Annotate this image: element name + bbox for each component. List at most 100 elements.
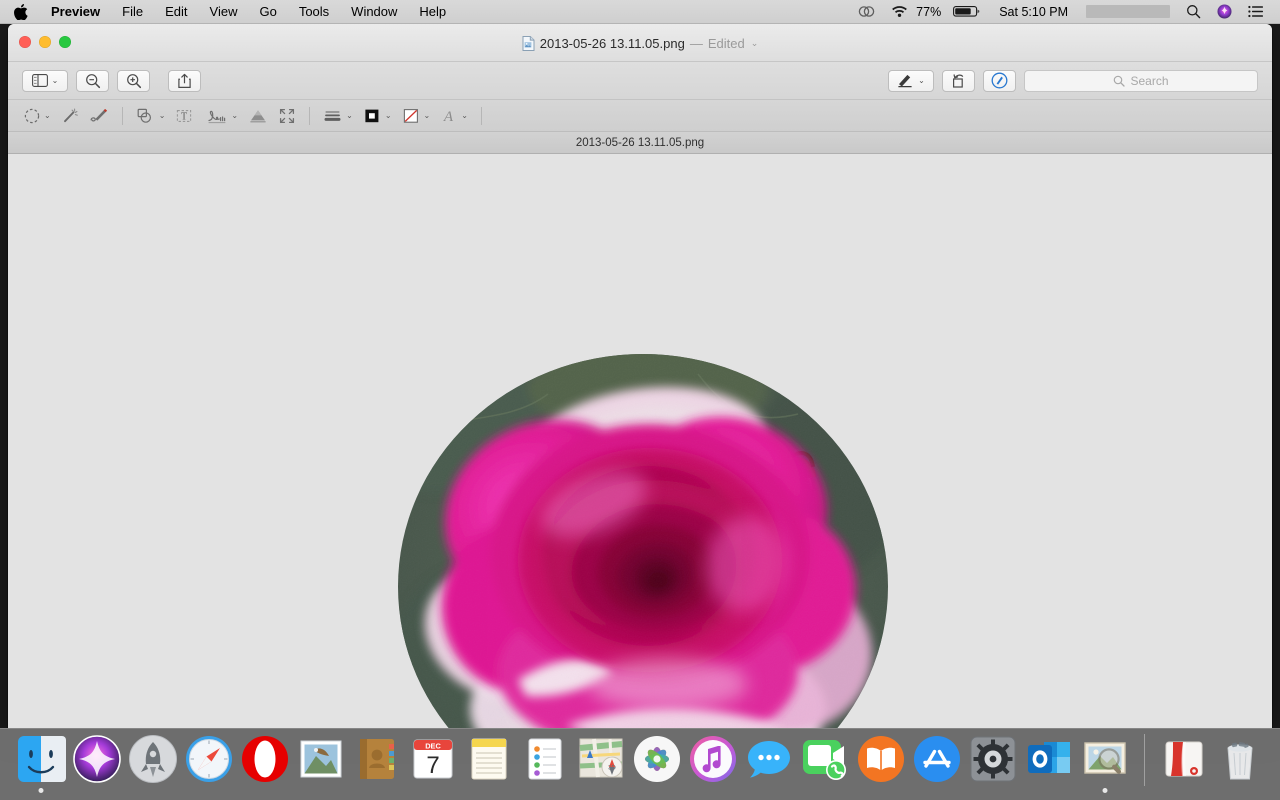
svg-text:A: A (443, 109, 454, 125)
siri-icon[interactable] (1209, 1, 1240, 23)
search-input[interactable]: Search (1024, 70, 1258, 92)
resize-arrows-icon (278, 107, 296, 125)
menu-file[interactable]: File (111, 1, 154, 23)
prism-icon (248, 107, 268, 125)
dock-item-opera[interactable] (240, 734, 290, 784)
text-tool[interactable]: T (170, 103, 201, 129)
shape-style-tool[interactable]: ⌄ (318, 103, 358, 129)
zoom-button[interactable] (59, 36, 71, 48)
menu-go[interactable]: Go (248, 1, 287, 23)
list-menu-icon[interactable] (1240, 1, 1272, 23)
siri-icon (72, 734, 122, 784)
dock-item-notes[interactable] (464, 734, 514, 784)
zoom-in-icon (126, 73, 142, 89)
toolbar-divider (122, 107, 123, 125)
chevron-down-icon[interactable]: ⌄ (231, 112, 238, 120)
dock-item-outlook[interactable] (1024, 734, 1074, 784)
image-canvas[interactable] (8, 154, 1272, 728)
toolbar-left-group: ⌄ (8, 70, 201, 92)
apple-logo-icon[interactable] (0, 4, 40, 20)
facetime-icon (800, 734, 850, 784)
zoom-in-button[interactable] (117, 70, 150, 92)
search-icon[interactable] (1178, 1, 1209, 23)
toolbar-right-group: ⌄ (888, 70, 1272, 92)
zoom-out-icon (85, 73, 101, 89)
menu-view[interactable]: View (199, 1, 249, 23)
window-title-group: 2013-05-26 13.11.05.png — Edited ⌄ (8, 24, 1272, 62)
zoom-out-button[interactable] (76, 70, 109, 92)
chevron-down-icon[interactable]: ⌄ (918, 77, 925, 85)
battery-icon[interactable] (945, 1, 989, 23)
calendar-day: 7 (426, 752, 439, 779)
signature-tool[interactable]: ⌄ (201, 103, 243, 129)
chevron-down-icon[interactable]: ⌄ (159, 112, 166, 120)
border-color-tool[interactable]: ⌄ (358, 103, 397, 129)
menu-help[interactable]: Help (408, 1, 457, 23)
wifi-icon[interactable] (883, 1, 916, 23)
cropped-rose-photo[interactable] (398, 354, 888, 728)
svg-text:3D: 3D (608, 766, 616, 772)
dock-item-siri[interactable] (72, 734, 122, 784)
tab-document[interactable]: 2013-05-26 13.11.05.png (576, 137, 704, 149)
rotate-button[interactable] (942, 70, 975, 92)
dock-item-app-store[interactable] (912, 734, 962, 784)
trash-icon (1215, 734, 1265, 784)
annotate-button[interactable] (983, 70, 1016, 92)
dock-item-itunes[interactable] (688, 734, 738, 784)
dock-item-maps[interactable]: 3D (576, 734, 626, 784)
dashed-circle-icon (23, 107, 41, 125)
menu-app-name[interactable]: Preview (40, 1, 111, 23)
dock-item-contacts[interactable] (352, 734, 402, 784)
sidebar-view-button[interactable]: ⌄ (22, 70, 68, 92)
instant-alpha-selection-tool[interactable]: ⌄ (18, 103, 56, 129)
dock-item-downloads-stack[interactable] (1159, 734, 1209, 784)
dock-item-calendar[interactable]: DEC 7 (408, 734, 458, 784)
menu-window[interactable]: Window (340, 1, 408, 23)
dock-items: DEC 7 (16, 729, 1265, 786)
dock-item-books[interactable] (856, 734, 906, 784)
dock-item-reminders[interactable] (520, 734, 570, 784)
dock-item-system-preferences[interactable] (968, 734, 1018, 784)
dock-item-safari[interactable] (184, 734, 234, 784)
adjust-size-tool[interactable] (273, 103, 301, 129)
chevron-down-icon[interactable]: ⌄ (424, 112, 431, 120)
dock-item-trash[interactable] (1215, 734, 1265, 784)
dock-item-photos[interactable] (632, 734, 682, 784)
font-a-icon: A (440, 107, 458, 125)
sidebar-icon (32, 74, 48, 87)
svg-text:T: T (181, 111, 187, 122)
chevron-down-icon[interactable]: ⌄ (751, 38, 759, 49)
chevron-down-icon[interactable]: ⌄ (346, 112, 353, 120)
menu-tools[interactable]: Tools (288, 1, 340, 23)
markup-toolbar-button[interactable]: ⌄ (888, 70, 934, 92)
menu-bar-clock[interactable]: Sat 5:10 PM (989, 5, 1078, 19)
chevron-down-icon[interactable]: ⌄ (461, 112, 468, 120)
menu-edit[interactable]: Edit (154, 1, 198, 23)
dock-item-preview[interactable] (1080, 734, 1130, 784)
adjust-color-tool[interactable] (243, 103, 273, 129)
chevron-down-icon[interactable]: ⌄ (385, 112, 392, 120)
dock: DEC 7 (0, 728, 1280, 800)
maps-icon: 3D (576, 734, 626, 784)
instant-alpha-tool[interactable] (56, 103, 84, 129)
dock-item-launchpad[interactable] (128, 734, 178, 784)
fill-color-tool[interactable]: ⌄ (397, 103, 436, 129)
dock-item-messages[interactable] (744, 734, 794, 784)
shapes-tool[interactable]: ⌄ (131, 103, 171, 129)
line-weight-icon (323, 107, 343, 125)
dock-item-facetime[interactable] (800, 734, 850, 784)
chevron-down-icon[interactable]: ⌄ (52, 77, 59, 85)
sketch-tool[interactable] (84, 103, 114, 129)
itunes-icon (688, 734, 738, 784)
chevron-down-icon[interactable]: ⌄ (44, 112, 51, 120)
share-button[interactable] (168, 70, 201, 92)
minimize-button[interactable] (39, 36, 51, 48)
creative-cloud-icon[interactable] (850, 1, 883, 23)
document-tab-bar: 2013-05-26 13.11.05.png (8, 132, 1272, 154)
system-preferences-icon (968, 734, 1018, 784)
close-button[interactable] (19, 36, 31, 48)
dock-item-finder[interactable] (16, 734, 66, 784)
text-style-tool[interactable]: A ⌄ (435, 103, 473, 129)
downloads-stack-icon (1159, 734, 1209, 784)
dock-item-mail[interactable] (296, 734, 346, 784)
